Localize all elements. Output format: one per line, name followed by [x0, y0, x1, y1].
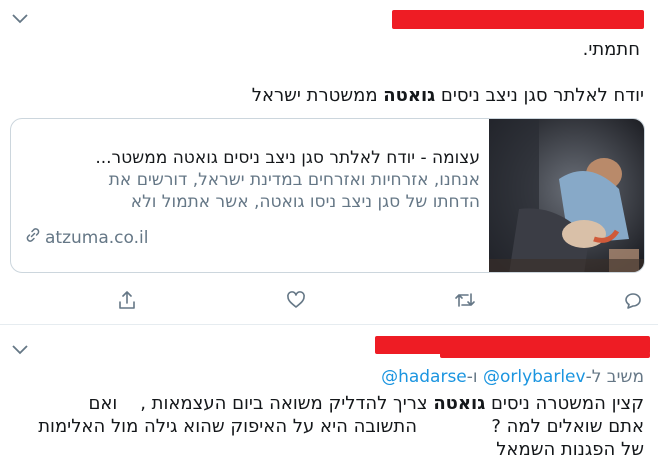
heart-icon[interactable] [283, 287, 309, 313]
link-icon [25, 227, 41, 248]
card-description: אנחנו, אזרחיות ואזרחים במדינת ישראל, דור… [108, 170, 480, 190]
tweet-text-span: צריך להדליק משואה ביום העצמאות , ואם [88, 393, 434, 414]
card-thumbnail-image [489, 119, 644, 272]
tweet-text-line: אתם שואלים למה ? התשובה היא על האיפוק שה… [38, 416, 644, 437]
chevron-down-icon[interactable] [12, 14, 28, 24]
chevron-down-icon[interactable] [12, 345, 28, 355]
redacted-username [440, 352, 650, 358]
mention-link[interactable]: @hadarse [381, 367, 467, 387]
tweet-text-line: קצין המשטרה ניסים גואטה צריך להדליק משוא… [88, 393, 644, 415]
tweet-divider [0, 324, 658, 325]
tweet-actions-bar [0, 287, 658, 313]
mention-link[interactable]: @orlybarlev [483, 367, 586, 387]
card-title: עצומה - יודח לאלתר סגן ניצב ניסים גואטה … [95, 148, 480, 168]
tweet-text-bold: גואטה [433, 393, 486, 414]
reply-icon[interactable] [620, 287, 646, 313]
card-domain: atzuma.co.il [45, 227, 149, 248]
share-icon[interactable] [114, 287, 140, 313]
link-preview-card[interactable]: עצומה - יודח לאלתר סגן ניצב ניסים גואטה … [10, 118, 645, 273]
tweet-text-span: ממשטרת ישראל [251, 85, 384, 106]
card-description: הדחתו של סגן ניצב ניסו גואטה, אשר אתמול … [130, 192, 480, 212]
tweet-text-line: של הפגנות השמאל [496, 439, 644, 460]
redacted-username [392, 10, 644, 29]
tweet-text-line: חתמתי. [582, 39, 640, 60]
tweet-text-bold: גואטה [383, 85, 436, 106]
replying-connector: ו- [466, 367, 483, 387]
tweet-text-span: יודח לאלתר סגן ניצב ניסים [435, 85, 644, 106]
card-link[interactable]: atzuma.co.il [25, 227, 148, 248]
tweet-text-line: יודח לאלתר סגן ניצב ניסים גואטה ממשטרת י… [252, 84, 644, 108]
replying-label: משיב ל- [585, 367, 644, 387]
tweet-text-span: קצין המשטרה ניסים [485, 393, 644, 414]
replying-to: משיב ל-@orlybarlev ו-@hadarse [381, 366, 644, 388]
retweet-icon[interactable] [452, 287, 478, 313]
